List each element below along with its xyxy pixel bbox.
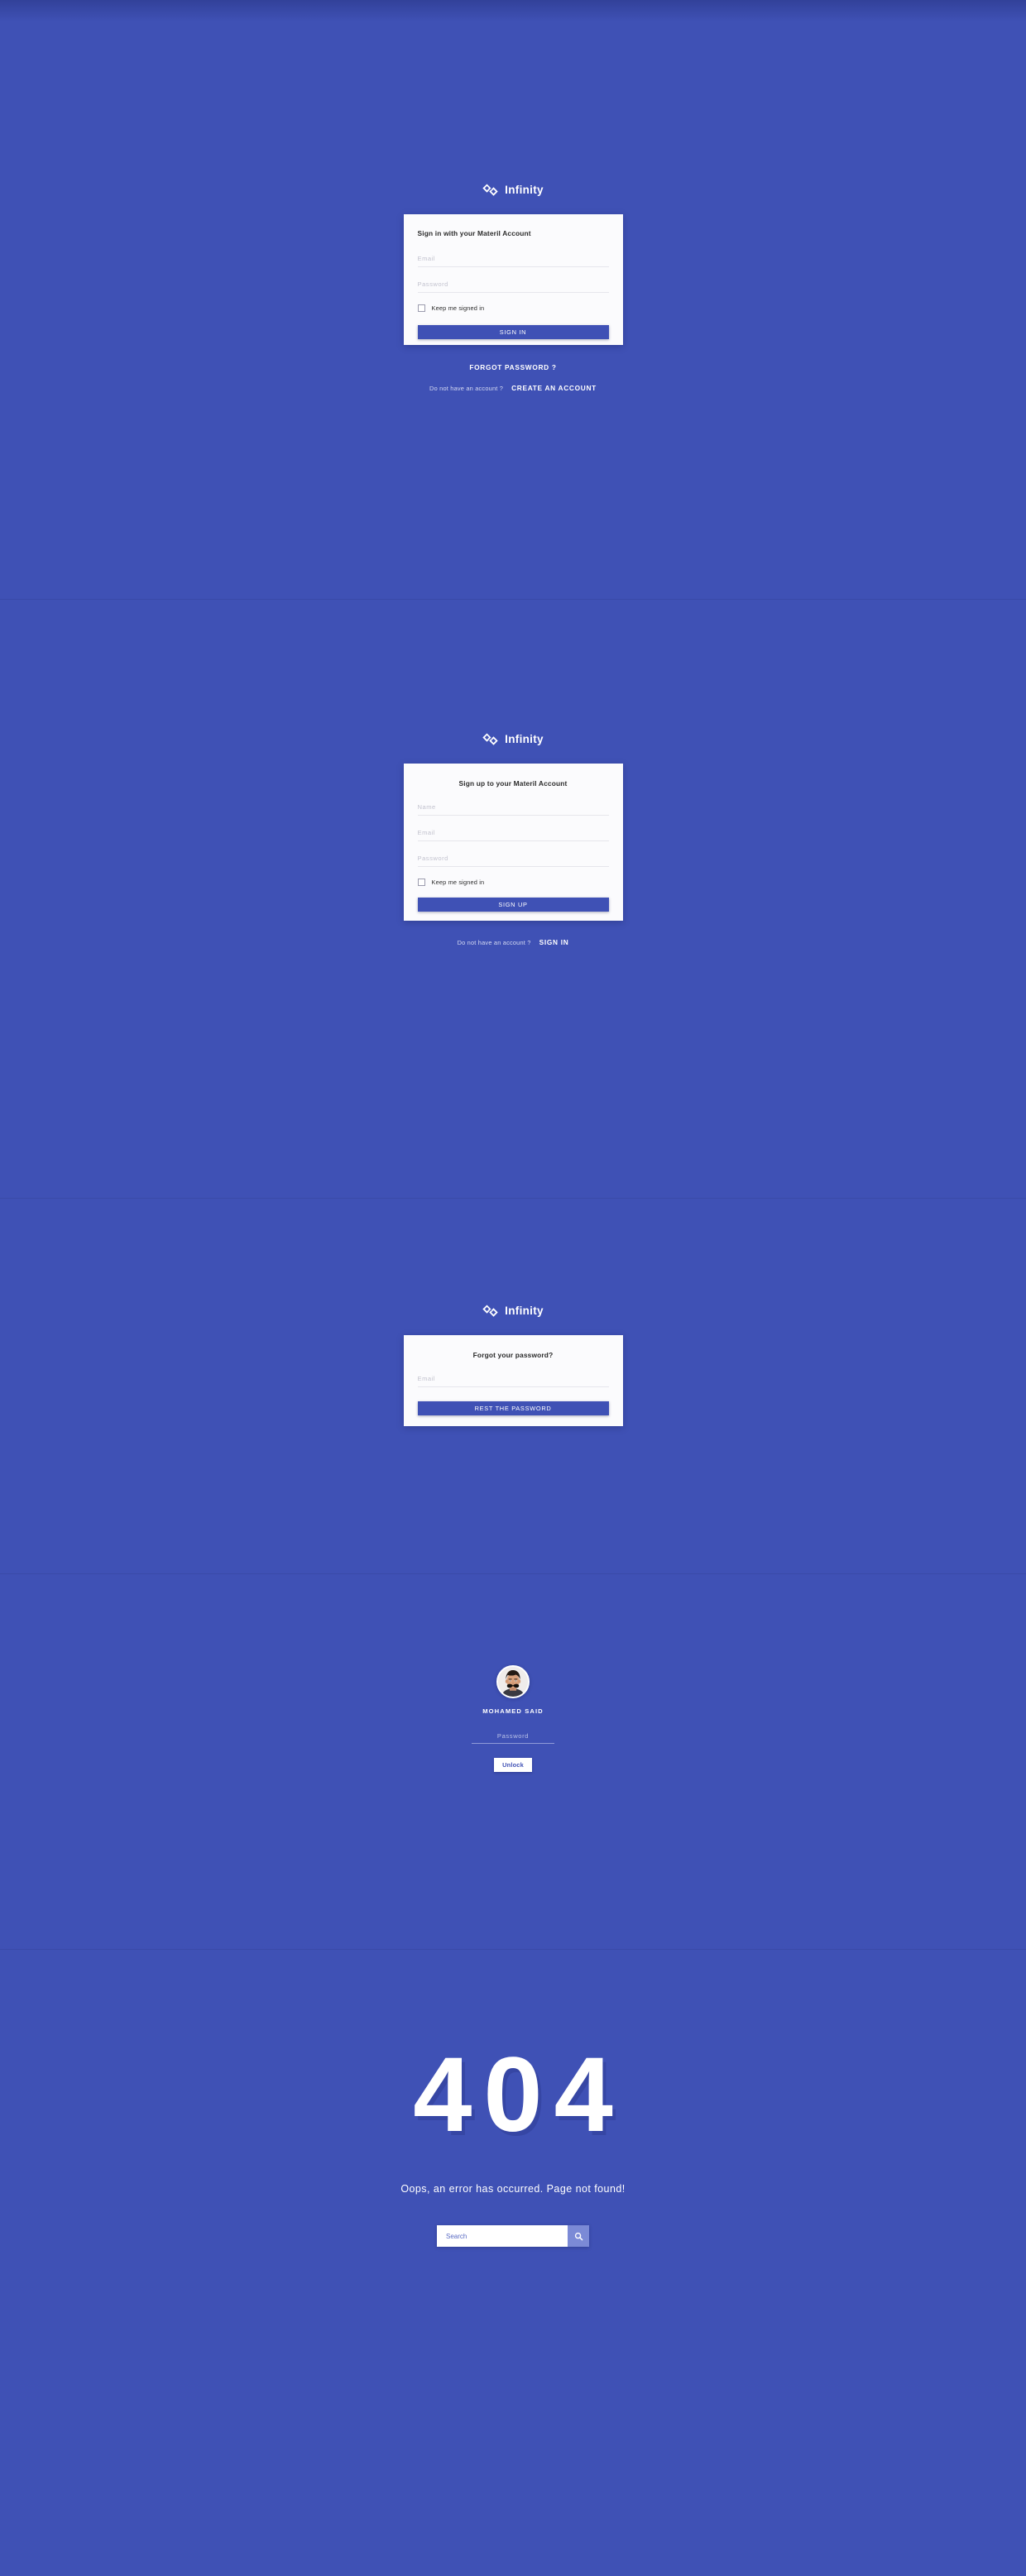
- sign-up-title: Sign up to your Materil Account: [458, 779, 568, 788]
- sign-in-submit-button[interactable]: SIGN IN: [417, 325, 609, 340]
- error-404-section: 404 Oops, an error has occurred. Page no…: [0, 1949, 1026, 2576]
- sign-up-name-field[interactable]: Name: [417, 803, 609, 818]
- avatar-portrait-icon: [498, 1667, 528, 1697]
- sign-up-section: Infinity Sign up to your Materil Account…: [0, 599, 1026, 1198]
- search-input[interactable]: [437, 2225, 568, 2247]
- sign-in-card: Sign in with your Materil Account Email …: [403, 214, 623, 345]
- sign-up-card: Sign up to your Materil Account Name Ema…: [403, 764, 623, 921]
- have-account-text: Do not have an account ?: [457, 938, 531, 946]
- brand-name: Infinity: [505, 1304, 544, 1317]
- search-button[interactable]: [568, 2225, 589, 2247]
- sign-up-keep-signed-row[interactable]: Keep me signed in: [417, 879, 609, 887]
- forgot-password-title: Forgot your password?: [472, 1351, 554, 1359]
- sign-in-password-input[interactable]: [417, 283, 609, 295]
- lock-user-name: MOHAMED SAID: [482, 1707, 544, 1715]
- forgot-email-input[interactable]: [417, 1377, 609, 1390]
- sign-in-row: Do not have an account ? SIGN IN: [458, 938, 569, 946]
- brand-logo: Infinity: [482, 184, 544, 196]
- avatar: [496, 1665, 530, 1698]
- sign-in-keep-signed-row[interactable]: Keep me signed in: [417, 304, 609, 313]
- sign-up-name-input[interactable]: [417, 806, 609, 818]
- infinity-diamond-icon: [482, 184, 498, 196]
- reset-password-button[interactable]: REST THE PASSWORD: [417, 1401, 609, 1416]
- sign-up-password-input[interactable]: [417, 857, 609, 869]
- sign-in-keep-signed-checkbox[interactable]: [417, 304, 425, 313]
- sign-up-keep-signed-label: Keep me signed in: [431, 879, 485, 887]
- sign-in-section: Infinity Sign in with your Materil Accou…: [0, 0, 1026, 599]
- create-account-row: Do not have an account ? CREATE AN ACCOU…: [429, 384, 597, 392]
- error-message: Oops, an error has occurred. Page not fo…: [400, 2183, 626, 2195]
- sign-up-password-field[interactable]: Password: [417, 855, 609, 869]
- forgot-password-card: Forgot your password? Email REST THE PAS…: [403, 1335, 623, 1426]
- sign-in-links: FORGOT PASSWORD ? Do not have an account…: [429, 359, 597, 392]
- sign-in-keep-signed-label: Keep me signed in: [431, 304, 485, 313]
- search-bar: [437, 2225, 589, 2247]
- lock-password-input[interactable]: [472, 1734, 554, 1746]
- brand-logo-signup: Infinity: [482, 733, 544, 745]
- sign-up-email-input[interactable]: [417, 831, 609, 844]
- forgot-email-field[interactable]: Email: [417, 1375, 609, 1390]
- lock-screen-section: MOHAMED SAID Password Unlock: [0, 1573, 1026, 1949]
- brand-name: Infinity: [505, 183, 544, 196]
- infinity-diamond-icon: [482, 1305, 498, 1317]
- sign-up-links: Do not have an account ? SIGN IN: [458, 935, 569, 946]
- sign-in-email-field[interactable]: Email: [417, 255, 609, 270]
- lock-password-field[interactable]: Password: [472, 1731, 554, 1746]
- sign-in-email-input[interactable]: [417, 257, 609, 270]
- brand-logo-forgot: Infinity: [482, 1305, 544, 1317]
- sign-in-password-field[interactable]: Password: [417, 280, 609, 295]
- infinity-diamond-icon: [482, 733, 498, 745]
- sign-in-title: Sign in with your Materil Account: [417, 229, 531, 237]
- no-account-text: Do not have an account ?: [429, 384, 504, 392]
- forgot-password-link[interactable]: FORGOT PASSWORD ?: [469, 363, 556, 371]
- unlock-button[interactable]: Unlock: [494, 1758, 532, 1772]
- sign-up-keep-signed-checkbox[interactable]: [417, 879, 425, 887]
- sign-in-link[interactable]: SIGN IN: [539, 938, 569, 946]
- sign-up-email-field[interactable]: Email: [417, 829, 609, 844]
- forgot-password-section: Infinity Forgot your password? Email RES…: [0, 1198, 1026, 1573]
- magnifier-icon: [574, 2232, 583, 2240]
- sign-up-submit-button[interactable]: SIGN UP: [417, 898, 609, 912]
- create-account-link[interactable]: CREATE AN ACCOUNT: [511, 384, 597, 392]
- brand-name: Infinity: [505, 732, 544, 745]
- error-code: 404: [413, 2036, 625, 2154]
